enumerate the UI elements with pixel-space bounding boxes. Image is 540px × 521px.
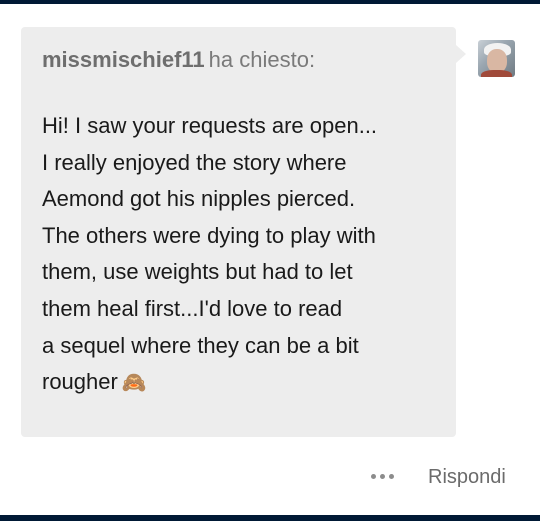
asker-suffix: ha chiesto: xyxy=(208,47,316,72)
more-dot xyxy=(388,473,394,479)
question-line: Aemond got his nipples pierced. xyxy=(42,186,356,212)
top-frame-border xyxy=(0,0,540,4)
ask-bubble-tail xyxy=(456,45,466,63)
asker-name[interactable]: missmischief11 xyxy=(42,47,205,72)
ask-question-body: Hi! I saw your requests are open... I re… xyxy=(42,108,442,401)
question-line: Hi! I saw your requests are open... xyxy=(42,113,378,138)
question-line: a sequel where they can be a bit xyxy=(42,332,359,358)
avatar-shoulder xyxy=(481,70,512,77)
question-line: them heal first...I'd love to read xyxy=(42,295,343,321)
bottom-frame-border xyxy=(0,515,540,521)
more-dot xyxy=(370,473,376,479)
see-no-evil-monkey-icon: 🙈 xyxy=(121,370,147,395)
question-line-text: rougher xyxy=(42,369,118,395)
question-line: I really enjoyed the story where xyxy=(42,149,347,175)
reply-button[interactable]: Rispondi xyxy=(428,464,506,490)
ask-header: missmischief11 ha chiesto: xyxy=(42,46,315,74)
more-dot xyxy=(379,473,385,479)
question-line-last: rougher 🙈 xyxy=(42,364,442,401)
more-options-icon[interactable] xyxy=(362,464,402,488)
question-line: them, use weights but had to let xyxy=(42,259,353,285)
question-line: The others were dying to play with xyxy=(42,222,376,248)
avatar[interactable] xyxy=(478,40,515,77)
